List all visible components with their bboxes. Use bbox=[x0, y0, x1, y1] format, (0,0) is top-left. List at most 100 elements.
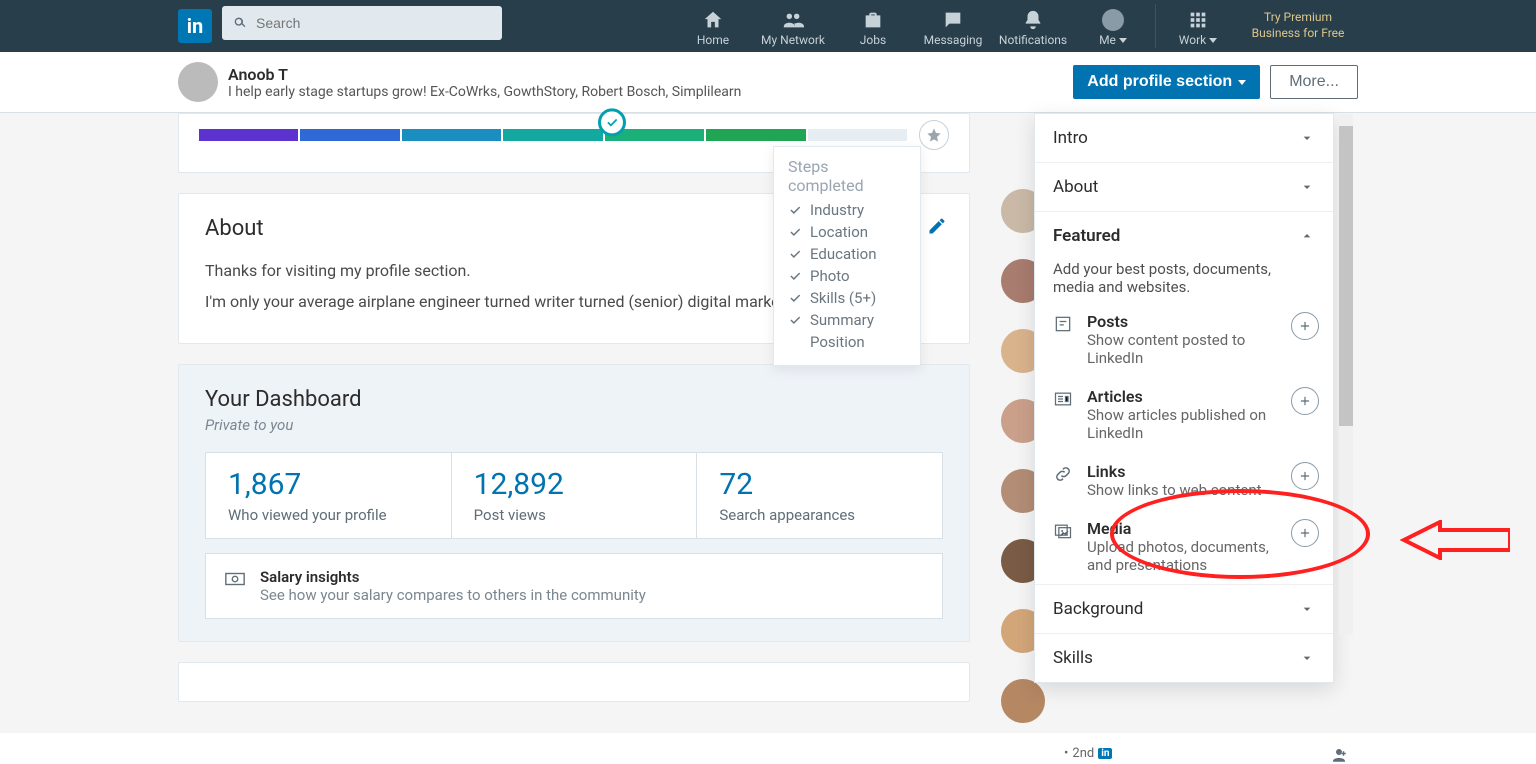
featured-subtitle: Add your best posts, documents, media an… bbox=[1035, 260, 1333, 302]
dashboard-subtitle: Private to you bbox=[205, 416, 943, 434]
plus-icon bbox=[1298, 319, 1312, 333]
check-icon bbox=[788, 269, 802, 283]
dashboard-stat[interactable]: 12,892Post views bbox=[452, 453, 698, 538]
panel-scrollbar[interactable] bbox=[1339, 114, 1353, 634]
bell-icon bbox=[1022, 9, 1044, 31]
featured-media-row[interactable]: MediaUpload photos, documents, and prese… bbox=[1035, 509, 1333, 584]
stat-number: 12,892 bbox=[474, 467, 675, 502]
dashboard-stat[interactable]: 1,867 Who viewed your profile bbox=[206, 453, 452, 538]
chevron-down-icon bbox=[1299, 179, 1315, 195]
step-item: Location bbox=[788, 223, 906, 241]
featured-item-title: Media bbox=[1087, 519, 1279, 538]
grid-icon bbox=[1187, 9, 1209, 31]
dashboard-stat[interactable]: 72 Search appearances bbox=[697, 453, 942, 538]
stat-number: 72 bbox=[719, 467, 920, 502]
add-articles-button[interactable] bbox=[1291, 387, 1319, 415]
steps-completed-popover: Steps completed IndustryLocationEducatio… bbox=[773, 146, 921, 366]
step-item: Photo bbox=[788, 267, 906, 285]
progress-segment bbox=[199, 129, 298, 141]
top-navbar: in Home My Network Jobs Messaging bbox=[0, 0, 1536, 52]
add-posts-button[interactable] bbox=[1291, 312, 1319, 340]
step-item: Summary bbox=[788, 311, 906, 329]
check-icon bbox=[788, 225, 802, 239]
stat-number: 1,867 bbox=[228, 467, 429, 502]
next-card-peek bbox=[178, 662, 970, 702]
featured-articles-row[interactable]: ArticlesShow articles published on Linke… bbox=[1035, 377, 1333, 452]
profile-name: Anoob T bbox=[228, 65, 741, 84]
step-item: Position bbox=[788, 333, 906, 351]
briefcase-icon bbox=[862, 9, 884, 31]
panel-intro-row[interactable]: Intro bbox=[1035, 114, 1333, 162]
add-links-button[interactable] bbox=[1291, 462, 1319, 490]
panel-skills-row[interactable]: Skills bbox=[1035, 633, 1333, 682]
salary-subtitle: See how your salary compares to others i… bbox=[260, 586, 646, 604]
dashboard-title: Your Dashboard bbox=[205, 387, 943, 412]
annotation-arrow bbox=[1400, 520, 1510, 560]
featured-links-row[interactable]: LinksShow links to web content bbox=[1035, 452, 1333, 509]
posts-icon bbox=[1053, 314, 1075, 338]
featured-item-sub: Show articles published on LinkedIn bbox=[1087, 406, 1279, 442]
featured-item-title: Posts bbox=[1087, 312, 1279, 331]
step-item: Skills (5+) bbox=[788, 289, 906, 307]
nav-network[interactable]: My Network bbox=[753, 0, 833, 52]
articles-icon bbox=[1053, 389, 1075, 413]
nav-work[interactable]: Work bbox=[1158, 0, 1238, 52]
add-profile-section-dropdown: Intro About Featured Add your best posts… bbox=[1034, 113, 1334, 683]
featured-item-title: Links bbox=[1087, 462, 1262, 481]
pencil-icon bbox=[927, 216, 947, 236]
check-circle-icon bbox=[598, 108, 626, 136]
nav-notifications[interactable]: Notifications bbox=[993, 0, 1073, 52]
salary-insights-row[interactable]: Salary insights See how your salary comp… bbox=[205, 553, 943, 619]
stat-label: Who viewed your profile bbox=[228, 506, 429, 524]
star-circle-icon[interactable] bbox=[919, 120, 949, 150]
profile-avatar[interactable] bbox=[178, 62, 218, 102]
links-icon bbox=[1053, 464, 1075, 488]
nav-home[interactable]: Home bbox=[673, 0, 753, 52]
edit-about-button[interactable] bbox=[927, 216, 947, 240]
chat-icon bbox=[942, 9, 964, 31]
panel-background-row[interactable]: Background bbox=[1035, 584, 1333, 633]
chevron-down-icon bbox=[1209, 38, 1217, 43]
progress-segment bbox=[808, 129, 907, 141]
sticky-profile-header: Anoob T I help early stage startups grow… bbox=[0, 52, 1536, 113]
add-profile-section-button[interactable]: Add profile section bbox=[1073, 65, 1260, 99]
check-icon bbox=[788, 203, 802, 217]
search-input[interactable] bbox=[222, 6, 502, 40]
panel-featured-row[interactable]: Featured bbox=[1035, 211, 1333, 260]
featured-item-title: Articles bbox=[1087, 387, 1279, 406]
person-plus-icon bbox=[1330, 746, 1348, 764]
nav-divider bbox=[1155, 4, 1156, 48]
chevron-down-icon bbox=[1299, 650, 1315, 666]
home-icon bbox=[702, 9, 724, 31]
salary-title: Salary insights bbox=[260, 568, 646, 586]
nav-me[interactable]: Me bbox=[1073, 0, 1153, 52]
dashboard-stats: 1,867 Who viewed your profile 12,892Post v… bbox=[205, 452, 943, 539]
avatar[interactable] bbox=[1001, 679, 1045, 723]
money-icon bbox=[224, 568, 246, 594]
media-icon bbox=[1053, 521, 1075, 545]
panel-about-row[interactable]: About bbox=[1035, 162, 1333, 211]
progress-segment bbox=[402, 129, 501, 141]
search-box bbox=[222, 6, 502, 52]
step-item: Industry bbox=[788, 201, 906, 219]
profile-strength-card: Steps completed IndustryLocationEducatio… bbox=[178, 113, 970, 173]
stat-label: Search appearances bbox=[719, 506, 920, 524]
chevron-down-icon bbox=[1119, 38, 1127, 43]
people-icon bbox=[782, 9, 804, 31]
chevron-up-icon bbox=[1299, 228, 1315, 244]
steps-title: Steps completed bbox=[788, 157, 906, 195]
add-media-button[interactable] bbox=[1291, 519, 1319, 547]
plus-icon bbox=[1298, 469, 1312, 483]
nav-jobs[interactable]: Jobs bbox=[833, 0, 913, 52]
chevron-down-icon bbox=[1238, 80, 1246, 85]
featured-item-sub: Upload photos, documents, and presentati… bbox=[1087, 538, 1279, 574]
progress-segment bbox=[503, 129, 602, 141]
nav-messaging[interactable]: Messaging bbox=[913, 0, 993, 52]
linkedin-logo[interactable]: in bbox=[178, 9, 212, 43]
featured-posts-row[interactable]: PostsShow content posted to LinkedIn bbox=[1035, 302, 1333, 377]
nav-premium[interactable]: Try Premium Business for Free bbox=[1238, 0, 1358, 52]
chevron-down-icon bbox=[1299, 130, 1315, 146]
avatar-icon bbox=[1102, 9, 1124, 31]
more-button[interactable]: More... bbox=[1270, 65, 1358, 99]
search-icon bbox=[232, 15, 248, 31]
